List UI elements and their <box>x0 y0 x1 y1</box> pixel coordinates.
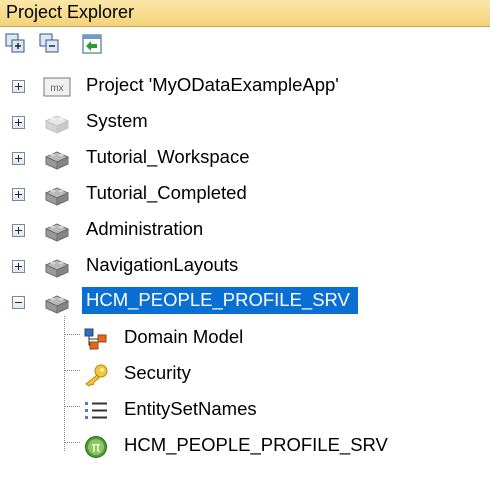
tree-item-label: EntitySetNames <box>124 398 257 419</box>
svg-text:mx: mx <box>50 83 63 94</box>
tree-item-label-selected: HCM_PEOPLE_PROFILE_SRV <box>82 287 358 314</box>
expand-toggle[interactable] <box>12 260 25 273</box>
expand-toggle[interactable] <box>12 188 25 201</box>
module-icon <box>44 151 70 170</box>
project-icon: mx <box>43 77 71 97</box>
tree-item-system[interactable]: System <box>0 106 490 138</box>
tree-item-label: Tutorial_Completed <box>86 182 247 203</box>
module-icon <box>44 187 70 206</box>
module-icon-gray <box>44 115 70 134</box>
tree-item-label: Domain Model <box>124 326 244 347</box>
tree-item-tutorial-workspace[interactable]: Tutorial_Workspace <box>0 142 490 174</box>
tree-item-domain-model[interactable]: Domain Model <box>0 322 490 354</box>
enumeration-list-icon <box>85 402 107 419</box>
domain-model-icon <box>84 328 107 350</box>
tree-item-label: Security <box>124 362 191 383</box>
panel-title-bar: Project Explorer <box>0 0 490 27</box>
tree-item-label: NavigationLayouts <box>86 254 239 275</box>
tree-item-label: Administration <box>86 218 204 239</box>
link-with-editor-button[interactable] <box>80 32 104 56</box>
tree-item-label: Project 'MyODataExampleApp' <box>86 74 339 95</box>
expand-toggle[interactable] <box>12 224 25 237</box>
tree-item-project[interactable]: mx Project 'MyODataExampleApp' <box>0 70 490 102</box>
collapse-toggle[interactable] <box>12 296 25 309</box>
expand-all-button[interactable] <box>4 32 28 56</box>
tree-item-label: Tutorial_Workspace <box>86 146 250 167</box>
tree-item-hcm-people-profile-srv[interactable]: HCM_PEOPLE_PROFILE_SRV <box>0 286 490 318</box>
toolbar <box>0 27 490 61</box>
module-icon <box>44 223 70 242</box>
svg-text:π: π <box>92 440 101 456</box>
collapse-all-icon <box>39 33 59 53</box>
tree-item-tutorial-completed[interactable]: Tutorial_Completed <box>0 178 490 210</box>
collapse-all-button[interactable] <box>38 32 62 56</box>
tree-item-security[interactable]: Security <box>0 358 490 390</box>
tree-item-administration[interactable]: Administration <box>0 214 490 246</box>
tree-item-hcm-constant[interactable]: π HCM_PEOPLE_PROFILE_SRV <box>0 430 490 462</box>
expand-toggle[interactable] <box>12 152 25 165</box>
constant-pi-icon: π <box>85 436 107 458</box>
expand-toggle[interactable] <box>12 80 25 93</box>
expand-all-icon <box>5 33 25 53</box>
panel-title: Project Explorer <box>6 2 135 22</box>
module-icon <box>44 259 70 278</box>
module-icon <box>44 295 70 314</box>
expand-toggle[interactable] <box>12 116 25 129</box>
link-with-editor-icon <box>82 34 102 54</box>
tree-item-navigation-layouts[interactable]: NavigationLayouts <box>0 250 490 282</box>
security-key-icon <box>85 364 108 387</box>
tree-item-entity-set-names[interactable]: EntitySetNames <box>0 394 490 426</box>
tree-item-label: System <box>86 110 148 131</box>
tree-item-label: HCM_PEOPLE_PROFILE_SRV <box>124 434 388 455</box>
